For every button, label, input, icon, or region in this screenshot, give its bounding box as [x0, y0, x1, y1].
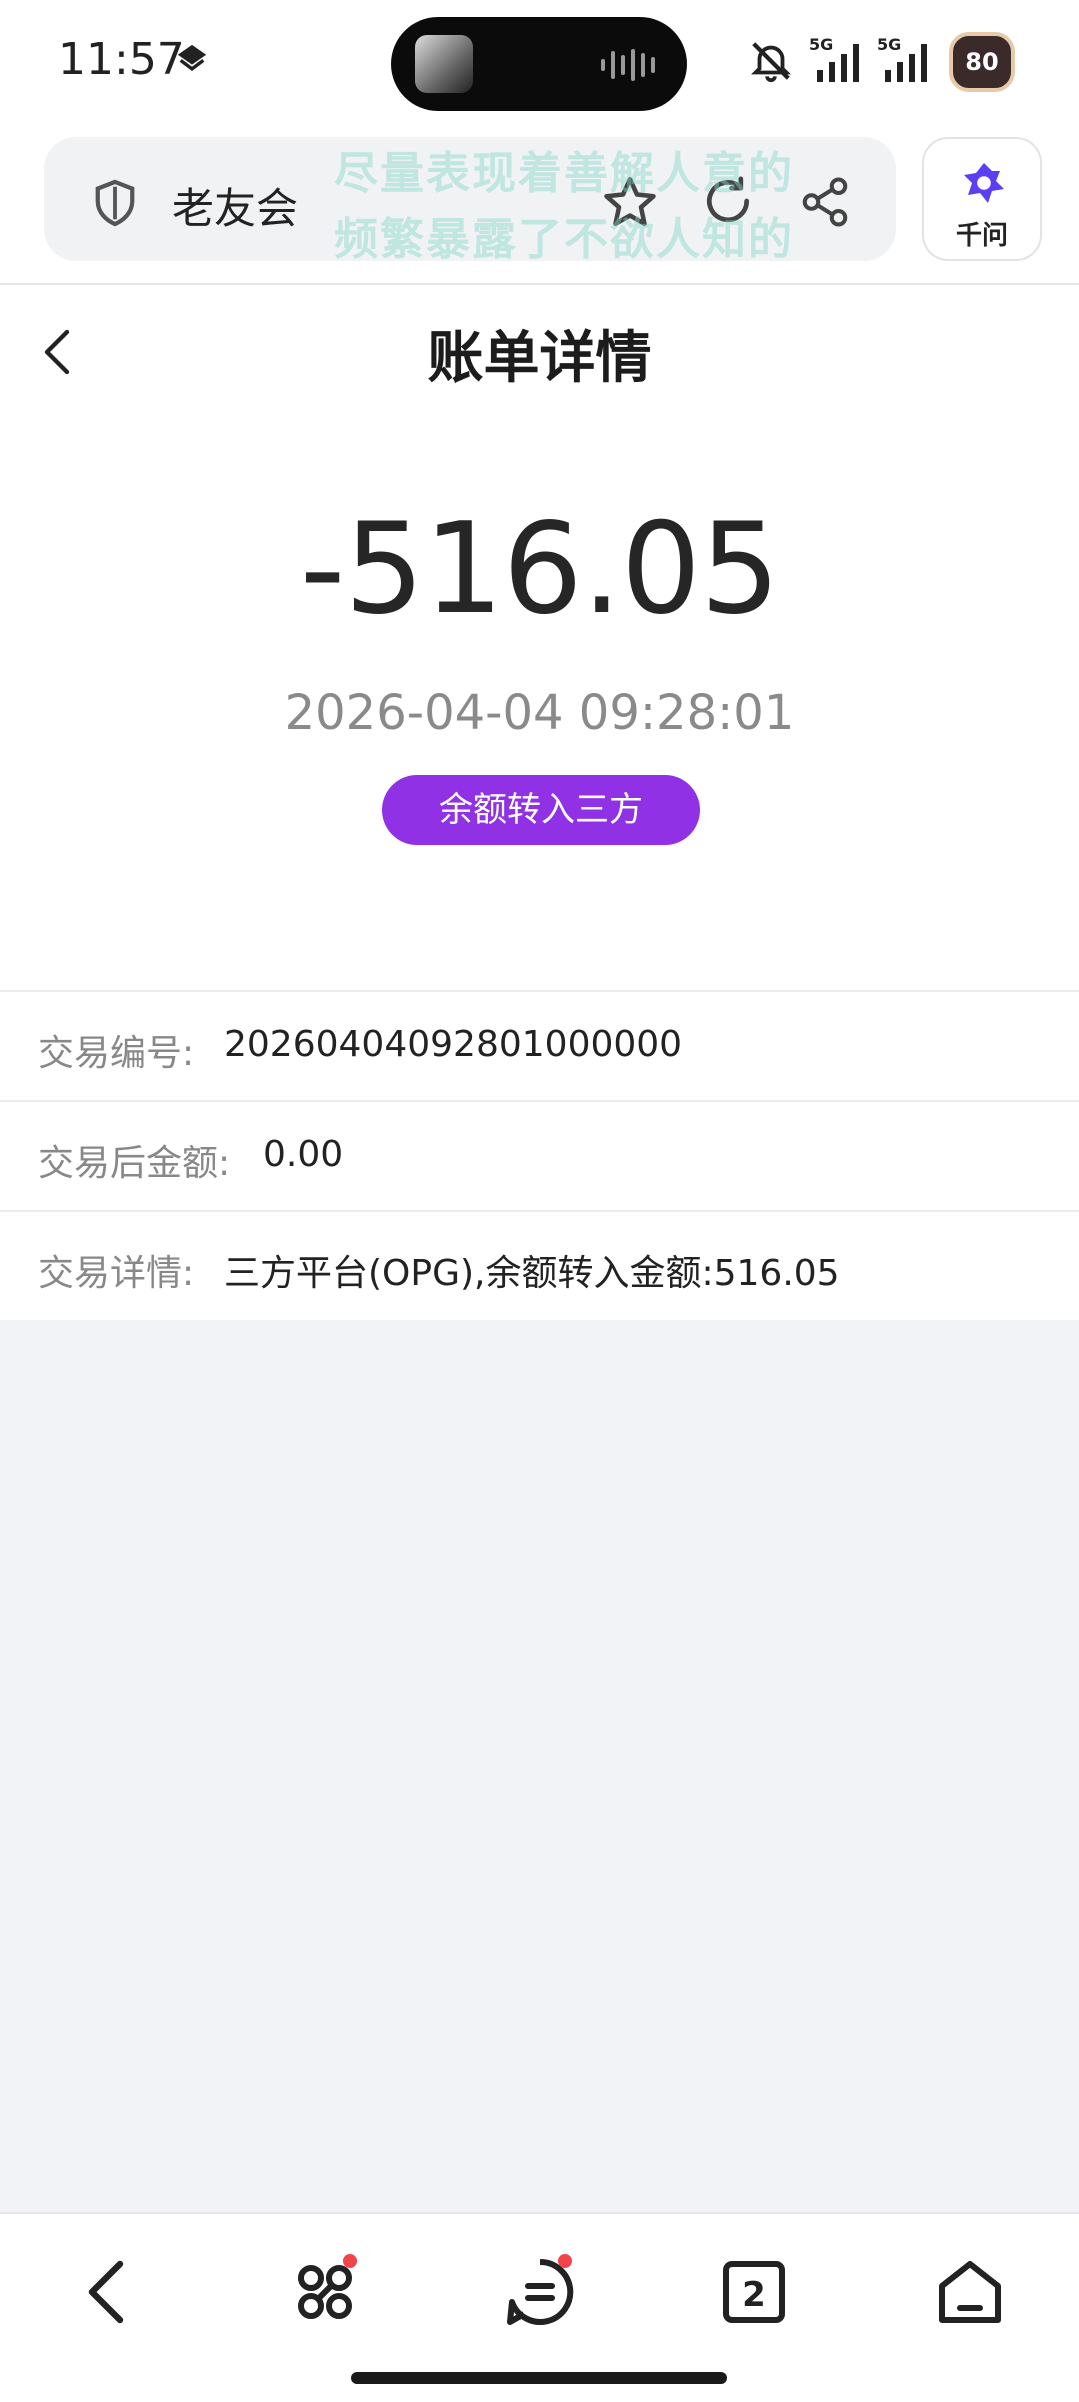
share-icon[interactable] — [798, 175, 852, 229]
ai-logo-icon — [964, 163, 1004, 203]
ai-assistant-label: 千问 — [955, 221, 1008, 251]
detail-value: 三方平台(OPG),余额转入金额:516.05 — [224, 1253, 840, 1294]
signal-icon: 5G — [877, 35, 927, 82]
status-time: 11:57 — [58, 34, 185, 85]
status-indicators: 5G 5G 80 — [699, 0, 1079, 125]
bell-muted-icon — [751, 42, 791, 83]
refresh-icon[interactable] — [700, 173, 756, 229]
nav-apps-button[interactable] — [285, 2252, 365, 2332]
transaction-datetime: 2026-04-04 09:28:01 — [284, 685, 795, 741]
detail-value: 0.00 — [263, 1134, 344, 1175]
detail-row-transaction-details: 交易详情: 三方平台(OPG),余额转入金额:516.05 — [0, 1212, 1079, 1320]
star-icon[interactable] — [600, 173, 660, 233]
audio-wave-icon — [601, 49, 655, 81]
home-indicator[interactable] — [351, 2372, 727, 2384]
home-icon[interactable] — [930, 2252, 1010, 2332]
nav-back-icon[interactable] — [68, 2252, 148, 2332]
dynamic-island[interactable] — [391, 17, 687, 111]
bill-summary: -516.05 2026-04-04 09:28:01 余额转入三方 — [0, 415, 1079, 992]
detail-list: 交易编号: 20260404092801000000 交易后金额: 0.00 交… — [0, 992, 1079, 1320]
detail-row-balance-after: 交易后金额: 0.00 — [0, 1102, 1079, 1212]
detail-label: 交易后金额: — [38, 1143, 231, 1184]
detail-label: 交易编号: — [38, 1033, 195, 1074]
battery-indicator: 80 — [949, 32, 1015, 92]
browser-toolbar: 老友会 尽量表现着善解人意的 频繁暴露了不欲人知的 千问 — [0, 125, 1079, 285]
tabs-icon: 2 — [723, 2261, 785, 2323]
notification-dot — [558, 2254, 572, 2268]
ai-assistant-button[interactable]: 千问 — [922, 137, 1042, 261]
detail-label: 交易详情: — [38, 1253, 195, 1294]
detail-row-transaction-id: 交易编号: 20260404092801000000 — [0, 992, 1079, 1102]
notification-dot — [343, 2254, 357, 2268]
transaction-amount: -516.05 — [299, 495, 780, 642]
nav-menu-button[interactable] — [500, 2252, 580, 2332]
layers-icon — [177, 44, 207, 72]
nav-tabs-button[interactable]: 2 — [714, 2252, 794, 2332]
tab-count: 2 — [742, 2275, 766, 2315]
transaction-type-badge: 余额转入三方 — [382, 775, 700, 845]
shield-icon[interactable] — [92, 177, 138, 229]
page-title: 账单详情 — [427, 326, 652, 391]
signal-icon: 5G — [809, 35, 859, 82]
network-label: 5G — [809, 35, 833, 54]
site-name[interactable]: 老友会 — [172, 175, 298, 236]
bottom-navigation: 2 — [0, 2212, 1079, 2402]
status-bar: 11:57 5G 5G 80 — [0, 0, 1079, 125]
address-bar[interactable]: 老友会 尽量表现着善解人意的 频繁暴露了不欲人知的 — [44, 137, 896, 265]
page-header: 账单详情 — [0, 285, 1079, 415]
media-thumbnail — [415, 35, 473, 93]
network-label: 5G — [877, 35, 901, 54]
detail-value: 20260404092801000000 — [224, 1024, 683, 1065]
